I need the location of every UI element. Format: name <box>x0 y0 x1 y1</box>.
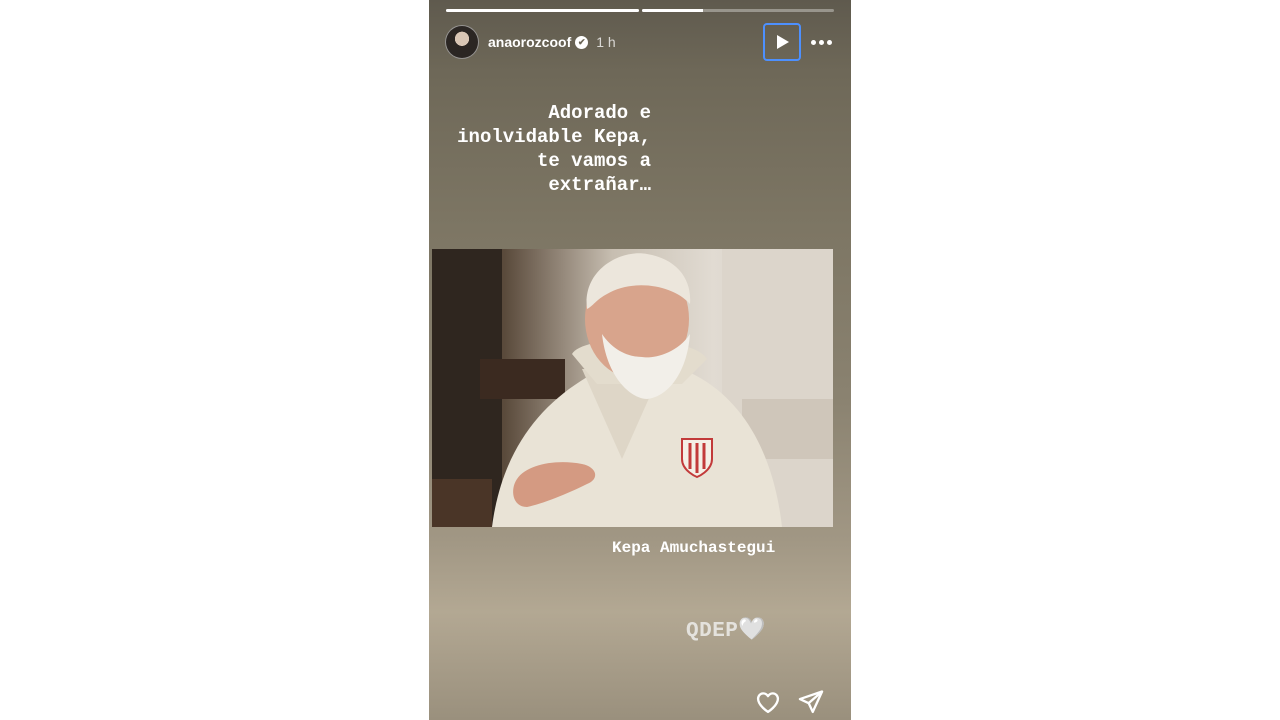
more-dot <box>818 39 824 45</box>
progress-segment-2 <box>641 9 834 12</box>
story-caption: Adorado e inolvidable Kepa, te vamos a e… <box>437 101 651 197</box>
story-progress-bar <box>446 9 834 12</box>
paper-plane-icon <box>798 690 824 714</box>
heart-outline-icon <box>756 692 780 714</box>
caption-line: te vamos a <box>536 150 651 172</box>
story-header: anaorozcoof ✔ 1 h <box>445 23 835 61</box>
more-dot <box>826 39 832 45</box>
like-button[interactable] <box>754 688 782 716</box>
story-photo <box>432 249 833 527</box>
play-icon <box>777 35 789 49</box>
progress-segment-1 <box>446 9 639 12</box>
caption-line: Adorado e <box>548 102 651 124</box>
more-horizontal-icon <box>810 39 816 45</box>
qdep-label: QDEP <box>686 620 739 643</box>
portrait-photo <box>432 249 833 527</box>
photo-label: Kepa Amuchastegui <box>612 539 776 557</box>
qdep-text: QDEP🤍 <box>686 617 766 643</box>
play-button[interactable] <box>763 23 801 61</box>
white-heart-emoji: 🤍 <box>738 618 767 643</box>
username[interactable]: anaorozcoof <box>488 34 571 50</box>
story-viewer: anaorozcoof ✔ 1 h Adorado e inolvidable … <box>429 0 851 720</box>
caption-line: extrañar… <box>548 174 651 196</box>
avatar[interactable] <box>445 25 479 59</box>
verified-badge-icon: ✔ <box>575 35 589 49</box>
more-options-button[interactable] <box>807 32 835 52</box>
caption-line: inolvidable Kepa, <box>457 126 651 148</box>
share-button[interactable] <box>797 688 825 716</box>
post-time: 1 h <box>596 34 616 50</box>
